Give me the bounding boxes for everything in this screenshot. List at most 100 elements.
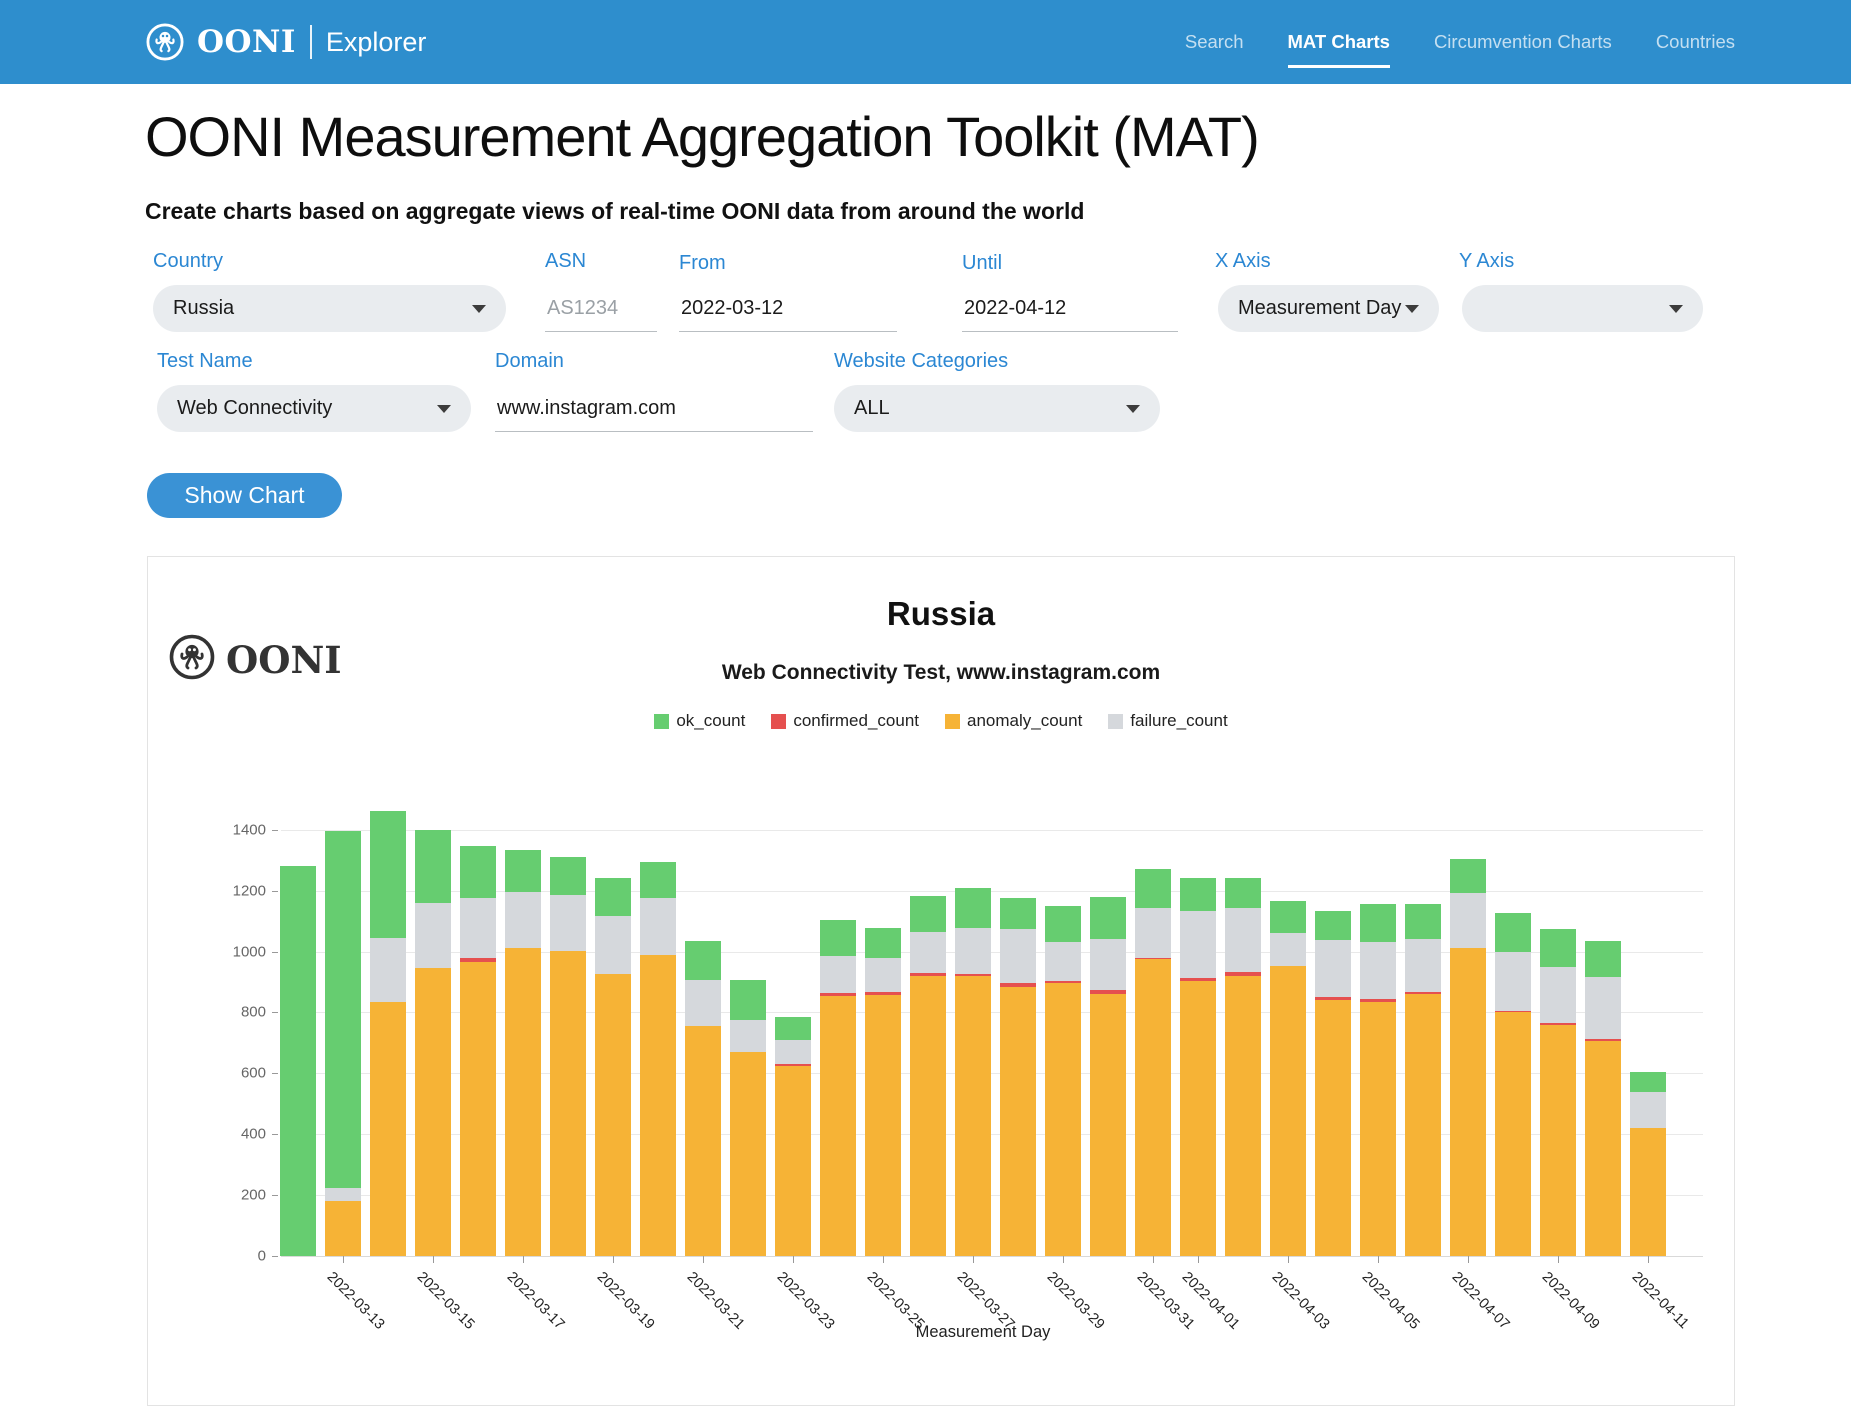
bar-2022-03-23[interactable] <box>775 1017 811 1256</box>
nav-item-circumvention-charts[interactable]: Circumvention Charts <box>1434 31 1612 53</box>
bar-segment-anomaly_count[interactable] <box>640 955 676 1256</box>
bar-segment-ok_count[interactable] <box>550 857 586 895</box>
bar-segment-ok_count[interactable] <box>1450 859 1486 893</box>
domain-input[interactable] <box>495 385 813 432</box>
bar-segment-ok_count[interactable] <box>865 928 901 958</box>
bar-segment-anomaly_count[interactable] <box>955 976 991 1256</box>
bar-segment-failure_count[interactable] <box>1045 942 1081 981</box>
bar-segment-failure_count[interactable] <box>370 938 406 1002</box>
bar-segment-ok_count[interactable] <box>1045 906 1081 943</box>
bar-segment-anomaly_count[interactable] <box>595 974 631 1256</box>
nav-item-mat-charts[interactable]: MAT Charts <box>1288 31 1390 53</box>
bar-segment-anomaly_count[interactable] <box>1405 994 1441 1256</box>
bar-segment-anomaly_count[interactable] <box>415 968 451 1256</box>
y-axis-select[interactable] <box>1462 285 1703 332</box>
bar-segment-failure_count[interactable] <box>505 892 541 948</box>
bar-segment-ok_count[interactable] <box>280 866 316 1256</box>
bar-2022-04-04[interactable] <box>1315 911 1351 1256</box>
bar-2022-03-12[interactable] <box>280 866 316 1256</box>
bar-segment-failure_count[interactable] <box>1630 1092 1666 1128</box>
x-axis-select[interactable]: Measurement Day <box>1218 285 1439 332</box>
bar-2022-03-25[interactable] <box>865 928 901 1256</box>
website-categories-select[interactable]: ALL <box>834 385 1160 432</box>
bar-2022-03-31[interactable] <box>1135 869 1171 1256</box>
bar-segment-ok_count[interactable] <box>1360 904 1396 942</box>
bar-segment-anomaly_count[interactable] <box>1135 959 1171 1256</box>
nav-item-search[interactable]: Search <box>1185 31 1244 53</box>
bar-segment-ok_count[interactable] <box>1180 878 1216 911</box>
bar-2022-03-20[interactable] <box>640 862 676 1256</box>
bar-segment-ok_count[interactable] <box>415 830 451 903</box>
bar-segment-ok_count[interactable] <box>1090 897 1126 940</box>
bar-segment-failure_count[interactable] <box>640 898 676 954</box>
bar-segment-ok_count[interactable] <box>1000 898 1036 928</box>
bar-segment-failure_count[interactable] <box>595 916 631 974</box>
bar-2022-03-22[interactable] <box>730 980 766 1256</box>
bar-2022-03-29[interactable] <box>1045 906 1081 1256</box>
bar-segment-ok_count[interactable] <box>325 831 361 1187</box>
bar-segment-anomaly_count[interactable] <box>460 962 496 1256</box>
bar-segment-failure_count[interactable] <box>1180 911 1216 977</box>
bar-segment-anomaly_count[interactable] <box>1090 994 1126 1256</box>
bar-segment-anomaly_count[interactable] <box>550 951 586 1256</box>
bar-segment-failure_count[interactable] <box>1360 942 1396 999</box>
bar-segment-ok_count[interactable] <box>730 980 766 1020</box>
show-chart-button[interactable]: Show Chart <box>147 473 342 518</box>
bar-2022-03-16[interactable] <box>460 846 496 1256</box>
bar-segment-ok_count[interactable] <box>820 920 856 957</box>
bar-segment-ok_count[interactable] <box>1585 941 1621 978</box>
ooni-explorer-logo[interactable]: OONI Explorer <box>145 22 426 62</box>
bar-2022-04-06[interactable] <box>1405 904 1441 1256</box>
bar-2022-04-08[interactable] <box>1495 913 1531 1256</box>
bar-segment-ok_count[interactable] <box>1495 913 1531 951</box>
bar-segment-ok_count[interactable] <box>595 878 631 916</box>
bar-segment-ok_count[interactable] <box>505 850 541 893</box>
bar-2022-03-18[interactable] <box>550 857 586 1256</box>
bar-segment-failure_count[interactable] <box>1540 967 1576 1023</box>
bar-segment-failure_count[interactable] <box>865 958 901 992</box>
bar-segment-failure_count[interactable] <box>325 1188 361 1202</box>
bar-segment-anomaly_count[interactable] <box>325 1201 361 1256</box>
bar-segment-failure_count[interactable] <box>1585 977 1621 1039</box>
bar-segment-failure_count[interactable] <box>1315 940 1351 997</box>
bar-segment-anomaly_count[interactable] <box>685 1026 721 1256</box>
bar-2022-04-05[interactable] <box>1360 904 1396 1256</box>
bar-2022-03-28[interactable] <box>1000 898 1036 1256</box>
bar-segment-failure_count[interactable] <box>1225 908 1261 972</box>
bar-2022-04-03[interactable] <box>1270 901 1306 1256</box>
bar-2022-03-26[interactable] <box>910 896 946 1256</box>
bar-2022-04-02[interactable] <box>1225 878 1261 1256</box>
bar-segment-ok_count[interactable] <box>1315 911 1351 940</box>
bar-segment-failure_count[interactable] <box>955 928 991 974</box>
bar-segment-ok_count[interactable] <box>955 888 991 928</box>
bar-segment-ok_count[interactable] <box>910 896 946 933</box>
bar-segment-anomaly_count[interactable] <box>370 1002 406 1256</box>
bar-2022-03-19[interactable] <box>595 878 631 1256</box>
bar-segment-ok_count[interactable] <box>370 811 406 937</box>
bar-segment-anomaly_count[interactable] <box>730 1052 766 1256</box>
bar-segment-ok_count[interactable] <box>1630 1072 1666 1092</box>
bar-segment-anomaly_count[interactable] <box>1270 966 1306 1256</box>
bar-segment-failure_count[interactable] <box>685 980 721 1026</box>
bar-2022-03-30[interactable] <box>1090 897 1126 1256</box>
bar-segment-anomaly_count[interactable] <box>775 1066 811 1256</box>
bar-segment-anomaly_count[interactable] <box>1585 1041 1621 1256</box>
bar-segment-anomaly_count[interactable] <box>1360 1002 1396 1256</box>
bar-segment-failure_count[interactable] <box>820 956 856 993</box>
bar-segment-anomaly_count[interactable] <box>1225 976 1261 1256</box>
bar-segment-anomaly_count[interactable] <box>1045 983 1081 1256</box>
bar-segment-anomaly_count[interactable] <box>1180 981 1216 1256</box>
bar-segment-failure_count[interactable] <box>730 1020 766 1052</box>
bar-segment-anomaly_count[interactable] <box>505 948 541 1256</box>
bar-2022-03-27[interactable] <box>955 888 991 1256</box>
bar-segment-failure_count[interactable] <box>1405 939 1441 991</box>
bar-segment-failure_count[interactable] <box>1090 939 1126 990</box>
from-date-input[interactable] <box>679 285 897 332</box>
nav-item-countries[interactable]: Countries <box>1656 31 1735 53</box>
bar-segment-ok_count[interactable] <box>460 846 496 898</box>
bar-2022-04-07[interactable] <box>1450 859 1486 1256</box>
bar-segment-ok_count[interactable] <box>1270 901 1306 933</box>
bar-segment-failure_count[interactable] <box>910 932 946 973</box>
bar-segment-failure_count[interactable] <box>1270 933 1306 966</box>
bar-segment-ok_count[interactable] <box>1540 929 1576 967</box>
